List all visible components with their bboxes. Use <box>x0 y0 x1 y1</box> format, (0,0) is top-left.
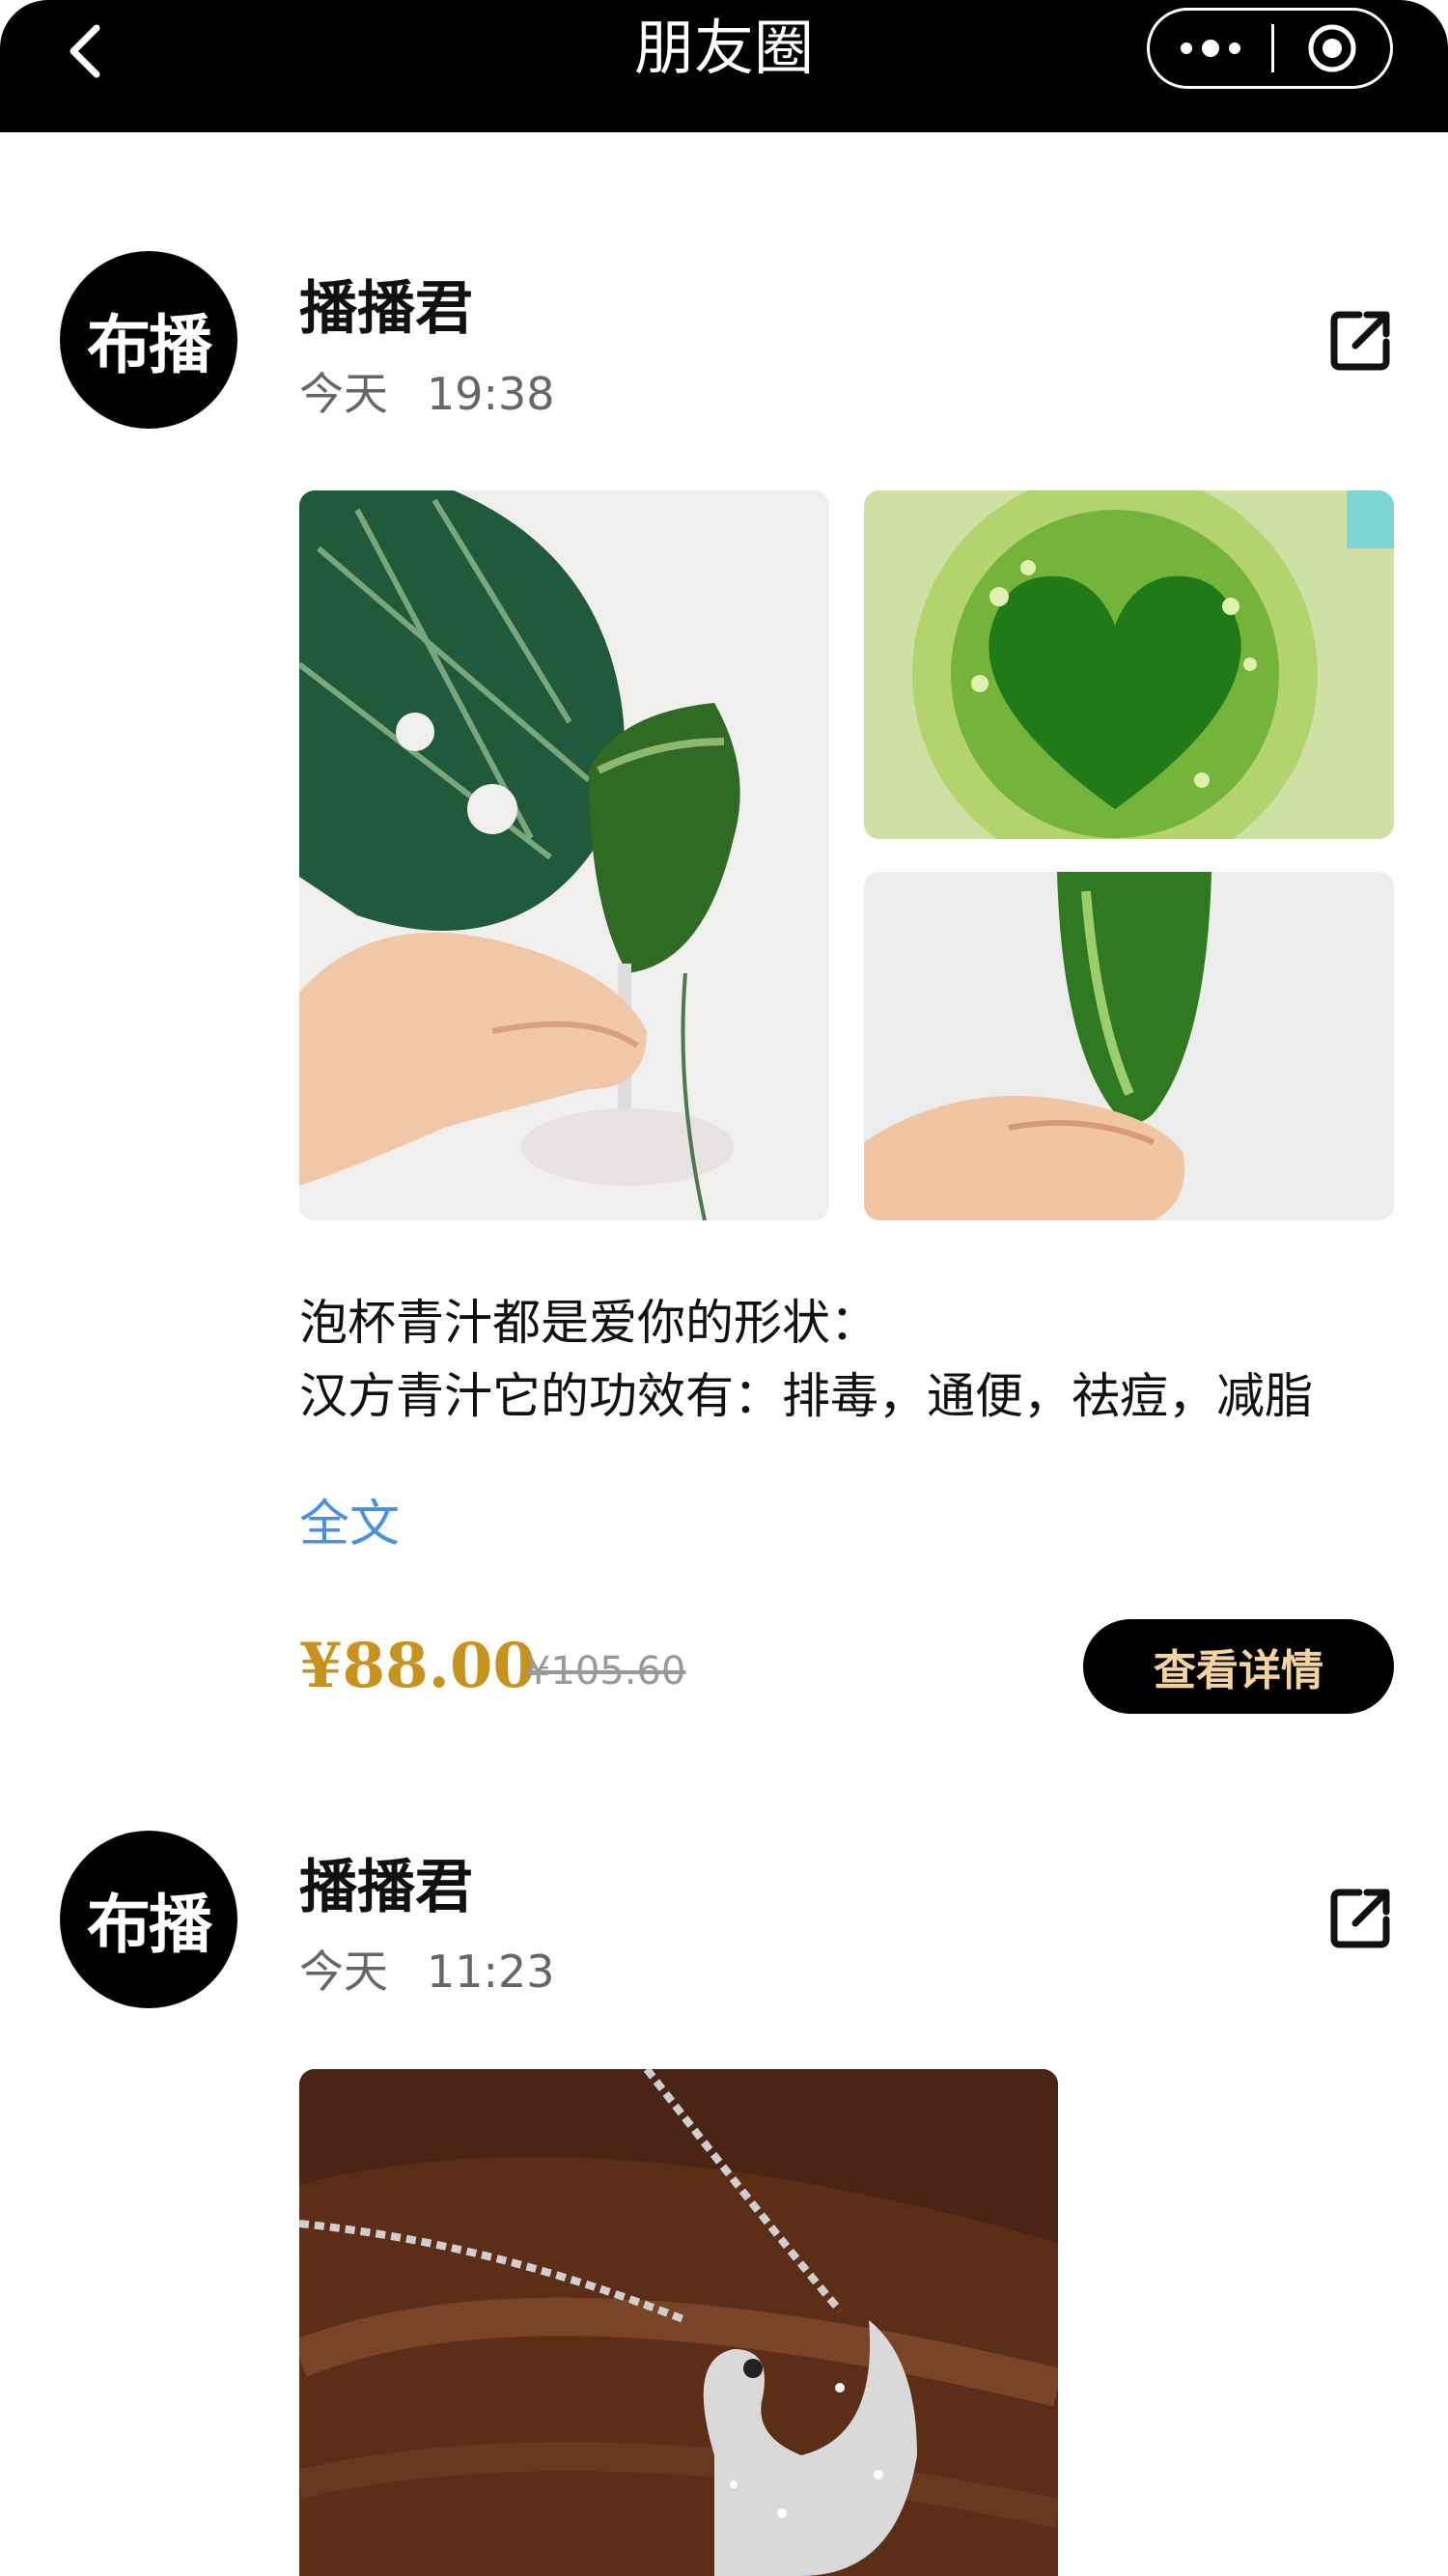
post-clock: 11:23 <box>427 1946 555 1998</box>
target-icon <box>1308 24 1356 72</box>
more-button[interactable] <box>1150 11 1271 86</box>
share-external-icon <box>1330 311 1390 371</box>
avatar-text: 布播 <box>87 307 212 382</box>
username: 播播君 <box>299 275 473 343</box>
top-bar: 朋友圈 <box>0 0 1448 132</box>
post-clock: 19:38 <box>427 368 555 420</box>
post-day: 今天 <box>299 1946 388 1998</box>
miniapp-capsule <box>1147 8 1393 89</box>
username: 播播君 <box>299 1854 473 1921</box>
caption-line: 泡杯青汁都是爱你的形状： <box>299 1295 878 1351</box>
juice-heart-photo <box>864 490 1394 839</box>
post-image[interactable] <box>864 872 1394 1220</box>
post-image[interactable] <box>299 2069 1058 2576</box>
caption-line: 汉方青汁它的功效有：排毒，通便，祛痘，减脂 <box>299 1368 1313 1424</box>
share-external-icon <box>1330 1889 1390 1948</box>
post-image[interactable] <box>299 490 829 1220</box>
view-details-button[interactable]: 查看详情 <box>1083 1619 1394 1714</box>
close-miniapp-button[interactable] <box>1274 11 1390 86</box>
original-price: ¥105.60 <box>526 1649 686 1694</box>
current-price: ¥88.00 <box>299 1630 536 1702</box>
share-button[interactable] <box>1326 1885 1394 1952</box>
post-image[interactable] <box>864 490 1394 839</box>
more-dots-icon <box>1181 40 1240 57</box>
juice-leaf-photo <box>299 490 829 1220</box>
post-caption: 泡杯青汁都是爱你的形状： 汉方青汁它的功效有：排毒，通便，祛痘，减脂 <box>299 1286 1313 1433</box>
necklace-photo <box>299 2069 1058 2576</box>
avatar[interactable]: 布播 <box>60 1831 237 2008</box>
post-time: 今天 11:23 <box>299 1945 555 1999</box>
juice-hand-photo <box>864 872 1394 1220</box>
post-day: 今天 <box>299 368 388 420</box>
share-button[interactable] <box>1326 307 1394 375</box>
post-time: 今天 19:38 <box>299 367 555 421</box>
full-text-link[interactable]: 全文 <box>299 1483 400 1555</box>
avatar-text: 布播 <box>87 1887 212 1962</box>
avatar[interactable]: 布播 <box>60 251 237 429</box>
